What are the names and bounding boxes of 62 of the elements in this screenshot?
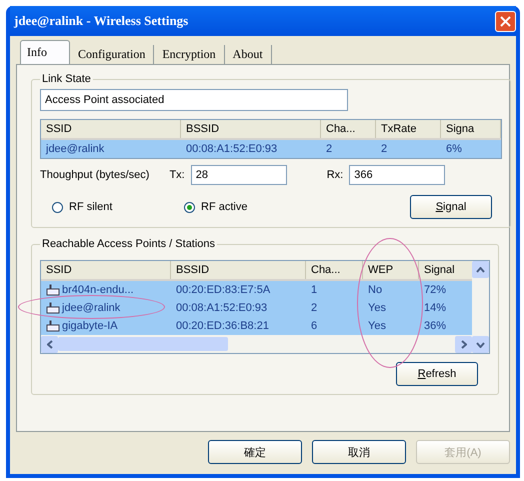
scroll-up-icon[interactable] xyxy=(472,261,489,278)
list-row[interactable]: br404n-endu... 00:20:ED:83:E7:5A 1 No 72% xyxy=(41,281,472,299)
table-cell-text: gigabyte-IA xyxy=(62,319,118,334)
signal-button[interactable]: Signal xyxy=(410,195,492,219)
radio-button[interactable] xyxy=(184,202,195,212)
table-cell-text: 00:20:ED:36:B8:21 xyxy=(176,319,269,334)
radio-label[interactable]: RF silent xyxy=(69,201,112,213)
scroll-thumb[interactable] xyxy=(58,337,228,351)
scroll-left-icon[interactable] xyxy=(41,336,58,352)
tx-label: Tx: xyxy=(169,169,185,181)
table-cell-text: 1 xyxy=(311,283,318,298)
dialog-button[interactable]: 確定 xyxy=(208,440,302,464)
rx-label: Rx: xyxy=(326,169,344,181)
column-header[interactable]: TxRate xyxy=(376,120,441,138)
table-cell-text: 00:08:A1:52:E0:93 xyxy=(186,142,278,157)
table-cell-text: 2 xyxy=(326,142,332,157)
rx-field[interactable]: 366 xyxy=(349,165,446,185)
horizontal-scrollbar[interactable] xyxy=(41,335,472,353)
refresh-button[interactable]: Refresh xyxy=(396,362,478,386)
column-header[interactable]: SSID xyxy=(41,261,171,279)
table-cell-text: No xyxy=(368,283,382,298)
network-icon xyxy=(46,302,60,314)
table-cell-text: 72% xyxy=(424,283,446,298)
table-cell-text: jdee@ralink xyxy=(62,301,120,316)
table-cell-text: Yes xyxy=(368,319,386,334)
group-title: Link State xyxy=(41,73,92,85)
dialog-button[interactable]: 取消 xyxy=(312,440,406,464)
column-header[interactable]: BSSID xyxy=(181,120,321,138)
table-cell-text: 00:20:ED:83:E7:5A xyxy=(176,283,270,298)
throughput-label: Thoughput (bytes/sec) xyxy=(40,169,150,181)
radio-label[interactable]: RF active xyxy=(201,201,248,213)
column-header[interactable]: SSID xyxy=(41,120,181,138)
scroll-right-icon[interactable] xyxy=(455,336,472,352)
network-icon xyxy=(46,284,60,296)
table-cell-text: 14% xyxy=(424,301,446,316)
list-row[interactable]: jdee@ralink 00:08:A1:52:E0:93 2 2 6% xyxy=(41,140,501,158)
tab[interactable]: Info xyxy=(20,40,70,64)
close-icon[interactable] xyxy=(495,10,516,32)
vertical-scrollbar[interactable] xyxy=(472,261,489,353)
tx-field[interactable]: 28 xyxy=(190,165,287,185)
table-cell-text: 36% xyxy=(424,319,446,334)
table-cell-text: 00:08:A1:52:E0:93 xyxy=(176,301,268,316)
table-cell-text: jdee@ralink xyxy=(46,142,104,157)
network-icon xyxy=(46,320,60,332)
table-cell-text: 2 xyxy=(381,142,388,157)
group-title: Reachable Access Points / Stations xyxy=(41,238,216,250)
table-cell-text: 6 xyxy=(311,319,318,334)
column-header[interactable]: BSSID xyxy=(171,261,306,279)
list-row[interactable]: gigabyte-IA 00:20:ED:36:B8:21 6 Yes 36% xyxy=(41,317,472,335)
list-row[interactable]: jdee@ralink 00:08:A1:52:E0:93 2 Yes 14% xyxy=(41,299,472,317)
column-header[interactable]: Signa xyxy=(441,120,501,138)
table-cell-text: 2 xyxy=(311,301,318,316)
radio-button[interactable] xyxy=(52,202,63,212)
column-header[interactable]: WEP xyxy=(363,261,419,279)
column-header[interactable]: Cha... xyxy=(306,261,363,279)
column-header[interactable]: Cha... xyxy=(321,120,376,138)
window-title: jdee@ralink - Wireless Settings xyxy=(12,13,188,29)
table-cell-text: 6% xyxy=(446,142,462,157)
scroll-down-icon[interactable] xyxy=(472,336,489,353)
table-cell-text: br404n-endu... xyxy=(62,283,134,298)
status-field: Access Point associated xyxy=(40,89,348,111)
table-cell-text: Yes xyxy=(368,301,386,316)
